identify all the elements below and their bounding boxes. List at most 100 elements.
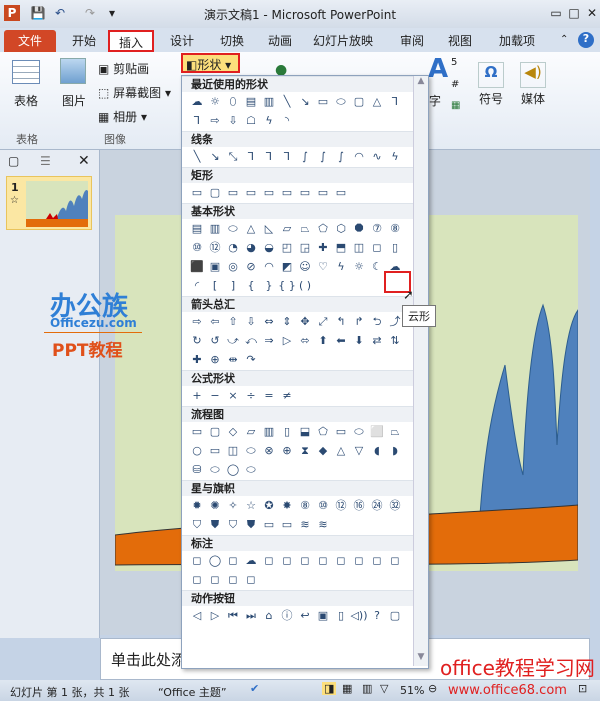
shape-item-icon[interactable]: ⬭ <box>206 460 224 479</box>
shape-item-icon[interactable]: ≋ <box>314 515 332 534</box>
shape-item-icon[interactable]: ☁ <box>242 551 260 570</box>
spellcheck-icon[interactable]: ✔ <box>250 682 259 695</box>
slide-thumbnail[interactable]: 1 ☆ <box>6 176 92 230</box>
shape-item-icon[interactable]: ⛊ <box>206 515 224 534</box>
shape-item-icon[interactable]: ⤢ <box>314 312 332 331</box>
picture-button[interactable]: 图片 <box>62 92 86 109</box>
shape-item-icon[interactable]: ◯ <box>206 551 224 570</box>
shape-item-icon[interactable]: ◲ <box>296 238 314 257</box>
shape-item-icon[interactable]: ∫ <box>314 147 332 166</box>
shape-item-icon[interactable]: ○ <box>188 441 206 460</box>
slides-tab-icon[interactable]: ▢ <box>8 154 19 168</box>
tab-addins[interactable]: 加载项 <box>492 30 542 52</box>
shape-item-icon[interactable]: ◁ <box>188 606 206 625</box>
tab-slideshow[interactable]: 幻灯片放映 <box>308 30 378 52</box>
shape-item-icon[interactable]: ↘ <box>206 147 224 166</box>
tab-file[interactable]: 文件 <box>4 30 56 52</box>
shape-item-icon[interactable]: ⅂ <box>278 147 296 166</box>
shape-item-icon[interactable]: ▢ <box>350 92 368 111</box>
shape-item-icon[interactable]: ⬆ <box>314 331 332 350</box>
shape-item-icon[interactable]: ∫ <box>332 147 350 166</box>
tab-insert[interactable]: 插入 <box>108 30 154 52</box>
shape-item-icon[interactable]: ↺ <box>206 331 224 350</box>
shape-item-icon[interactable]: ◠ <box>260 257 278 276</box>
shape-item-icon[interactable]: ◻ <box>206 570 224 589</box>
tab-animations[interactable]: 动画 <box>258 30 302 52</box>
shape-item-icon[interactable]: ⑧ <box>386 219 404 238</box>
shape-item-icon[interactable]: ϟ <box>260 111 278 130</box>
shape-item-icon[interactable]: ⅂ <box>386 92 404 111</box>
shape-item-icon[interactable]: ⬭ <box>242 441 260 460</box>
shape-item-icon[interactable]: ⇹ <box>224 350 242 369</box>
shape-item-icon[interactable]: ▭ <box>278 515 296 534</box>
shape-item-icon[interactable]: ◔ <box>224 238 242 257</box>
shape-item-icon[interactable]: ⑫ <box>332 496 350 515</box>
text-button-partial[interactable]: 字 <box>429 92 441 109</box>
shape-item-icon[interactable]: ☆ <box>242 496 260 515</box>
shape-item-icon[interactable]: ⤻ <box>224 331 242 350</box>
shape-item-icon[interactable]: ◺ <box>260 219 278 238</box>
dropdown-scrollbar[interactable]: ▲ ▼ <box>413 76 428 666</box>
shape-item-icon[interactable]: ▭ <box>260 183 278 202</box>
shape-item-icon[interactable]: ◻ <box>350 551 368 570</box>
table-button[interactable]: 表格 <box>14 92 38 109</box>
shape-item-icon[interactable]: ✹ <box>188 496 206 515</box>
shape-item-icon[interactable]: ✚ <box>188 350 206 369</box>
shape-item-icon[interactable]: ◆ <box>314 441 332 460</box>
shape-item-icon[interactable]: ◻ <box>368 551 386 570</box>
shape-item-icon[interactable]: ϟ <box>332 257 350 276</box>
shape-item-icon[interactable]: ÷ <box>242 386 260 405</box>
shape-item-icon[interactable]: ⇄ <box>368 331 386 350</box>
shape-item-icon[interactable]: + <box>188 386 206 405</box>
zoom-level[interactable]: 51% <box>400 684 424 697</box>
shape-item-icon[interactable]: ◇ <box>224 422 242 441</box>
shape-item-icon[interactable]: ∫ <box>296 147 314 166</box>
shape-item-icon[interactable]: = <box>260 386 278 405</box>
shape-item-icon[interactable]: ╲ <box>188 147 206 166</box>
shape-item-icon[interactable]: ☖ <box>242 111 260 130</box>
shape-item-icon[interactable]: ⬓ <box>296 422 314 441</box>
shape-item-icon[interactable]: ☼ <box>206 92 224 111</box>
shape-item-icon[interactable]: ⤺ <box>242 331 260 350</box>
shape-item-icon[interactable]: ∿ <box>368 147 386 166</box>
shape-item-icon[interactable]: ⬇ <box>350 331 368 350</box>
shape-item-icon[interactable]: ▢ <box>386 606 404 625</box>
fit-window-icon[interactable]: ⊡ <box>578 682 587 695</box>
shape-item-icon[interactable]: ◯ <box>224 460 242 479</box>
shape-item-icon[interactable]: ⇦ <box>206 312 224 331</box>
shape-item-icon[interactable]: ▭ <box>332 183 350 202</box>
slideshow-view-icon[interactable]: ▽ <box>380 682 388 695</box>
shape-item-icon[interactable]: ⇒ <box>260 331 278 350</box>
shape-item-icon[interactable]: ☼ <box>350 257 368 276</box>
shape-item-icon[interactable]: ☁ <box>188 92 206 111</box>
shape-item-icon[interactable]: ⇩ <box>242 312 260 331</box>
shape-item-icon[interactable]: ◻ <box>386 551 404 570</box>
shape-item-icon[interactable]: ◻ <box>296 551 314 570</box>
shape-item-icon[interactable]: ⬛ <box>188 257 206 276</box>
shape-item-icon[interactable]: ▽ <box>350 441 368 460</box>
shape-item-icon[interactable]: ◫ <box>224 441 242 460</box>
minimize-button[interactable]: ▭ <box>548 5 564 21</box>
shape-item-icon[interactable]: ◻ <box>278 551 296 570</box>
shape-item-icon[interactable]: ↘ <box>296 92 314 111</box>
shape-item-icon[interactable]: ↷ <box>242 350 260 369</box>
shape-item-icon[interactable]: ⏮ <box>224 606 242 625</box>
shape-item-icon[interactable]: ϟ <box>386 147 404 166</box>
shape-item-icon[interactable]: ⬭ <box>332 92 350 111</box>
shape-item-icon[interactable]: − <box>206 386 224 405</box>
shape-item-icon[interactable]: ⮌ <box>368 312 386 331</box>
shape-item-icon[interactable]: ⏢ <box>296 219 314 238</box>
shape-item-icon[interactable]: ▭ <box>278 183 296 202</box>
shape-item-icon[interactable]: △ <box>242 219 260 238</box>
shapes-button[interactable]: ◧形状 ▾ <box>181 53 240 73</box>
shape-item-icon[interactable]: ▱ <box>278 219 296 238</box>
shape-item-icon[interactable]: △ <box>332 441 350 460</box>
help-icon[interactable]: ? <box>578 32 594 48</box>
shape-item-icon[interactable]: ▭ <box>332 422 350 441</box>
shape-item-icon[interactable]: ◩ <box>278 257 296 276</box>
shape-item-icon[interactable]: ↻ <box>188 331 206 350</box>
clipart-button[interactable]: ▣ 剪贴画 <box>98 60 149 77</box>
shape-item-icon[interactable]: ⬠ <box>314 422 332 441</box>
shape-item-icon[interactable]: ↱ <box>350 312 368 331</box>
shape-item-icon[interactable]: ◻ <box>332 551 350 570</box>
